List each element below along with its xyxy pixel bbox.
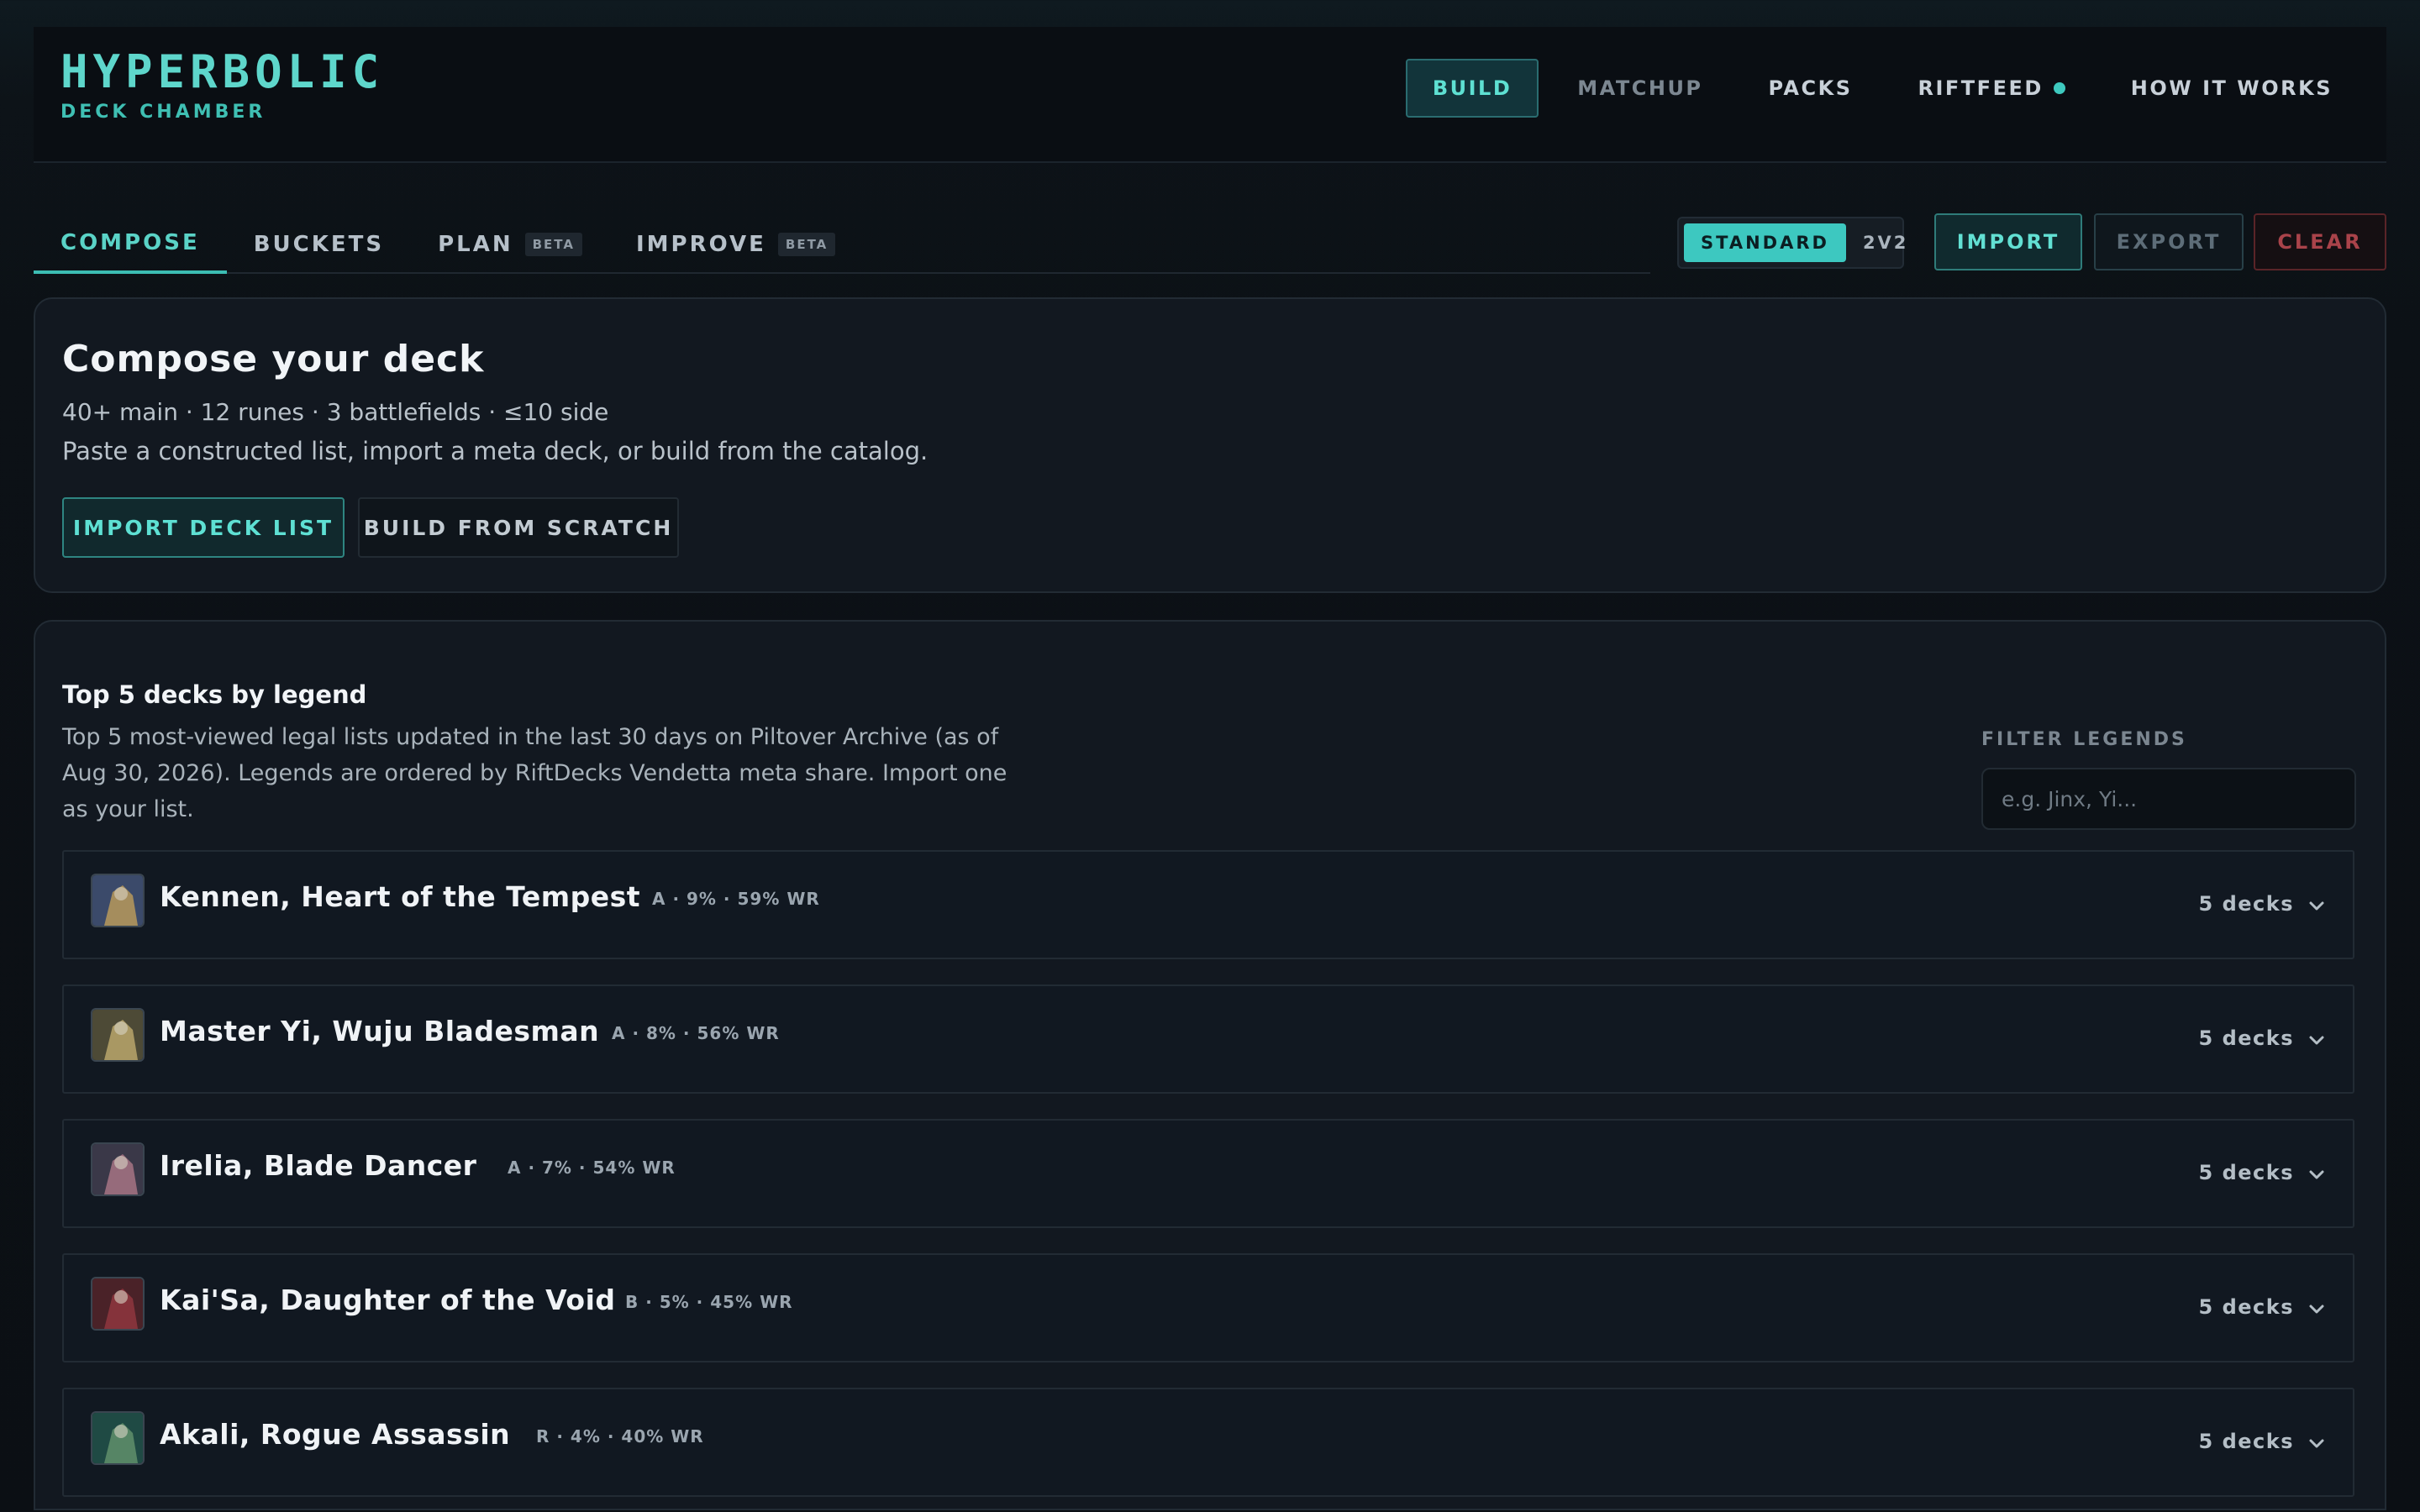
app-header: HYPERBOLIC DECK CHAMBER BUILD MATCHUP PA… [34, 27, 2386, 163]
compose-title: Compose your deck [62, 338, 485, 381]
import-deck-list-button[interactable]: IMPORT DECK LIST [62, 497, 345, 558]
legend-row[interactable]: Irelia, Blade Dancer A · 7% · 54% WR 5 dec… [62, 1119, 2354, 1228]
tab-buckets[interactable]: BUCKETS [227, 215, 411, 274]
top-decks-card: Top 5 decks by legend Top 5 most-viewed … [34, 620, 2386, 1510]
chevron-down-icon[interactable] [2307, 897, 2326, 916]
format-2v2[interactable]: 2V2 [1846, 223, 1925, 262]
legend-avatar [91, 1142, 145, 1196]
compose-card: Compose your deck 40+ main · 12 runes · … [34, 297, 2386, 593]
deck-count: 5 decks [2198, 892, 2294, 916]
clear-button[interactable]: CLEAR [2254, 213, 2386, 270]
legend-stats: A · 7% · 54% WR [508, 1158, 676, 1178]
build-from-scratch-button[interactable]: BUILD FROM SCRATCH [358, 497, 679, 558]
chevron-down-icon[interactable] [2307, 1435, 2326, 1453]
format-toggle: STANDARD 2V2 [1677, 217, 1906, 269]
nav-matchup[interactable]: MATCHUP [1550, 59, 1729, 118]
deck-requirements: 40+ main · 12 runes · 3 battlefields · ≤… [62, 398, 609, 426]
nav-build[interactable]: BUILD [1405, 59, 1539, 118]
tab-plan[interactable]: PLAN BETA [411, 215, 609, 274]
deck-count: 5 decks [2198, 1026, 2294, 1050]
brand-logo[interactable]: HYPERBOLIC DECK CHAMBER [60, 45, 384, 123]
legend-row[interactable]: Akali, Rogue Assassin R · 4% · 40% WR 5 de… [62, 1388, 2354, 1497]
import-button[interactable]: IMPORT [1934, 213, 2082, 270]
legend-avatar [91, 1277, 145, 1331]
chevron-down-icon[interactable] [2307, 1300, 2326, 1319]
chevron-down-icon[interactable] [2307, 1032, 2326, 1050]
format-standard[interactable]: STANDARD [1684, 223, 1846, 262]
chevron-down-icon[interactable] [2307, 1166, 2326, 1184]
legend-list: Kennen, Heart of the Tempest A · 9% · 59%… [62, 850, 2354, 1512]
legend-name: Akali, Rogue Assassin [160, 1418, 511, 1451]
legend-row[interactable]: Kennen, Heart of the Tempest A · 9% · 59%… [62, 850, 2354, 959]
sub-nav: COMPOSE BUCKETS PLAN BETA IMPROVE BETA S… [34, 178, 2386, 297]
tab-compose[interactable]: COMPOSE [34, 215, 227, 274]
legend-stats: B · 5% · 45% WR [625, 1292, 793, 1312]
nav-how-it-works[interactable]: HOW IT WORKS [2104, 59, 2360, 118]
filter-legends-input[interactable] [1981, 768, 2356, 830]
compose-description: Paste a constructed list, import a meta … [62, 437, 929, 465]
deck-count: 5 decks [2198, 1295, 2294, 1319]
top-decks-title: Top 5 decks by legend [62, 680, 367, 709]
top-nav: BUILD MATCHUP PACKS RIFTFEED HOW IT WORK… [1405, 59, 2360, 118]
live-indicator-dot [2053, 82, 2065, 94]
nav-riftfeed[interactable]: RIFTFEED [1891, 59, 2092, 118]
beta-badge: BETA [524, 233, 582, 256]
legend-name: Kennen, Heart of the Tempest [160, 880, 641, 913]
beta-badge: BETA [777, 233, 836, 256]
nav-packs[interactable]: PACKS [1742, 59, 1880, 118]
build-tabs: COMPOSE BUCKETS PLAN BETA IMPROVE BETA [34, 215, 1650, 274]
tab-compose-label: COMPOSE [60, 230, 200, 255]
legend-row[interactable]: Kai'Sa, Daughter of the Void B · 5% · 45%… [62, 1253, 2354, 1362]
deck-count: 5 decks [2198, 1161, 2294, 1184]
legend-stats: A · 8% · 56% WR [612, 1023, 780, 1043]
tab-improve[interactable]: IMPROVE BETA [609, 215, 862, 274]
legend-stats: R · 4% · 40% WR [536, 1426, 704, 1446]
tab-buckets-label: BUCKETS [253, 232, 385, 257]
legend-avatar [91, 1411, 145, 1465]
legend-name: Irelia, Blade Dancer [160, 1149, 477, 1182]
export-button[interactable]: EXPORT [2094, 213, 2244, 270]
tab-plan-label: PLAN [438, 232, 513, 257]
legend-row[interactable]: Master Yi, Wuju Bladesman A · 8% · 56% WR… [62, 984, 2354, 1094]
legend-stats: A · 9% · 59% WR [652, 889, 820, 909]
brand-subtitle: DECK CHAMBER [60, 102, 266, 123]
deck-count: 5 decks [2198, 1430, 2294, 1453]
top-decks-intro: Top 5 most-viewed legal lists updated in… [62, 724, 1007, 822]
filter-legends-label: FILTER LEGENDS [1981, 729, 2187, 750]
tab-improve-label: IMPROVE [635, 232, 766, 257]
app-root: HYPERBOLIC DECK CHAMBER BUILD MATCHUP PA… [34, 27, 2386, 1510]
nav-riftfeed-label: RIFTFEED [1918, 76, 2044, 100]
legend-avatar [91, 1008, 145, 1062]
legend-avatar [91, 874, 145, 927]
legend-name: Kai'Sa, Daughter of the Void [160, 1284, 616, 1316]
brand-title: HYPERBOLIC [60, 45, 385, 98]
legend-name: Master Yi, Wuju Bladesman [160, 1015, 600, 1047]
